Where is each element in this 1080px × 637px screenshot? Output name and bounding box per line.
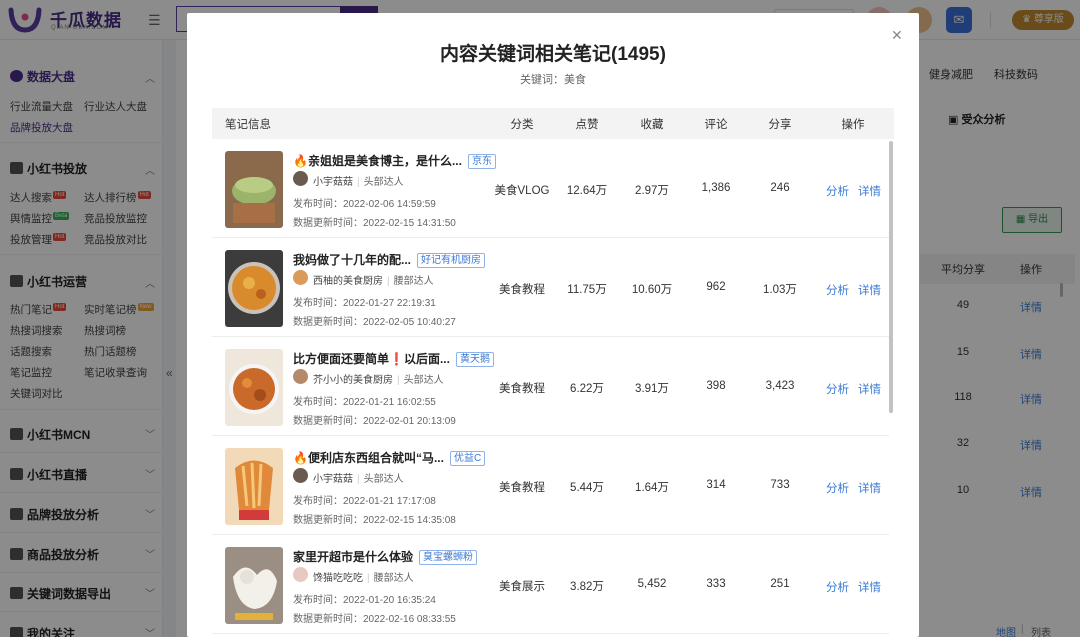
analyze-link[interactable]: 分析 — [826, 483, 849, 495]
likes-cell: 11.75万 — [567, 284, 607, 296]
comments-cell: 1,386 — [701, 182, 731, 194]
avatar[interactable] — [293, 270, 308, 285]
collects-cell: 10.60万 — [631, 284, 673, 296]
publish-time: 发布时间：2022-01-20 16:35:24 — [293, 595, 436, 606]
author-line[interactable]: 西柚的美食厨房 | 腰部达人 — [313, 272, 434, 287]
author-line[interactable]: 小宇菇菇 | 头部达人 — [313, 470, 404, 485]
note-title[interactable]: 比方便面还要简单❗以后面... 黄天鹅 — [293, 350, 494, 367]
note-title[interactable]: 🔥亲姐姐是美食博主，是什么... 京东 — [293, 152, 496, 169]
table-row: 🔥亲姐姐是美食博主，是什么... 京东 小宇菇菇 | 头部达人 发布时间：2022-0… — [212, 139, 889, 238]
comments-cell: 314 — [706, 479, 726, 491]
collects-cell: 5,452 — [637, 578, 667, 590]
col-comments: 评论 — [704, 119, 728, 131]
analyze-link[interactable]: 分析 — [826, 582, 849, 594]
category-cell: 美食VLOG — [494, 185, 550, 197]
update-time: 数据更新时间：2022-02-05 10:40:27 — [293, 317, 456, 328]
update-time: 数据更新时间：2022-02-15 14:31:50 — [293, 218, 456, 229]
brand-tag: 臭宝螺蛳粉 — [419, 550, 478, 565]
likes-cell: 3.82万 — [570, 581, 604, 593]
category-cell: 美食教程 — [499, 383, 545, 395]
brand-tag: 好记有机厨房 — [417, 253, 486, 268]
keyword-label: 关键词：美食 — [520, 74, 586, 86]
col-ops: 操作 — [841, 119, 865, 131]
row-actions: 分析 详情 — [826, 381, 881, 397]
detail-link[interactable]: 详情 — [858, 285, 881, 297]
category-cell: 美食教程 — [499, 284, 545, 296]
publish-time: 发布时间：2022-01-21 17:17:08 — [293, 496, 436, 507]
update-time: 数据更新时间：2022-02-01 20:13:09 — [293, 416, 456, 427]
avatar[interactable] — [293, 369, 308, 384]
detail-link[interactable]: 详情 — [858, 186, 881, 198]
analyze-link[interactable]: 分析 — [826, 186, 849, 198]
author-line[interactable]: 馋猫吃吃吃 | 腰部达人 — [313, 569, 414, 584]
col-collects: 收藏 — [640, 119, 664, 131]
col-category: 分类 — [510, 119, 534, 131]
col-likes: 点赞 — [575, 119, 599, 131]
row-actions: 分析 详情 — [826, 183, 881, 199]
table-row: 比方便面还要简单❗以后面... 黄天鹅 芥小小的美食厨房 | 头部达人 发布时间：20… — [212, 337, 889, 436]
shares-cell: 3,423 — [765, 380, 795, 392]
shares-cell: 251 — [770, 578, 790, 590]
likes-cell: 6.22万 — [570, 383, 604, 395]
comments-cell: 398 — [706, 380, 726, 392]
note-thumbnail[interactable] — [225, 547, 283, 624]
detail-link[interactable]: 详情 — [858, 582, 881, 594]
note-thumbnail[interactable] — [225, 448, 283, 525]
table-row: 🔥便利店东西组合就叫“马... 优益C 小宇菇菇 | 头部达人 发布时间：2022-0… — [212, 436, 889, 535]
row-actions: 分析 详情 — [826, 480, 881, 496]
brand-tag: 优益C — [449, 451, 486, 466]
collects-cell: 1.64万 — [635, 482, 669, 494]
avatar[interactable] — [293, 567, 308, 582]
row-actions: 分析 详情 — [826, 579, 881, 595]
table-row: 家里开超市是什么体验 臭宝螺蛳粉 馋猫吃吃吃 | 腰部达人 发布时间：2022-01-… — [212, 535, 889, 634]
modal-title: 内容关键词相关笔记(1495) — [440, 44, 666, 65]
note-thumbnail[interactable] — [225, 151, 283, 228]
avatar[interactable] — [293, 468, 308, 483]
note-title[interactable]: 家里开超市是什么体验 臭宝螺蛳粉 — [293, 548, 478, 565]
detail-link[interactable]: 详情 — [858, 384, 881, 396]
update-time: 数据更新时间：2022-02-16 08:33:55 — [293, 614, 456, 625]
note-thumbnail[interactable] — [225, 250, 283, 327]
likes-cell: 5.44万 — [570, 482, 604, 494]
update-time: 数据更新时间：2022-02-15 14:35:08 — [293, 515, 456, 526]
comments-cell: 333 — [706, 578, 726, 590]
publish-time: 发布时间：2022-01-21 16:02:55 — [293, 397, 436, 408]
avatar[interactable] — [293, 171, 308, 186]
collects-cell: 2.97万 — [635, 185, 669, 197]
col-shares: 分享 — [768, 119, 792, 131]
brand-tag: 黄天鹅 — [455, 352, 494, 367]
table-row: 我妈做了十几年的配... 好记有机厨房 西柚的美食厨房 | 腰部达人 发布时间：202… — [212, 238, 889, 337]
row-actions: 分析 详情 — [826, 282, 881, 298]
author-line[interactable]: 芥小小的美食厨房 | 头部达人 — [313, 371, 444, 386]
category-cell: 美食教程 — [499, 482, 545, 494]
publish-time: 发布时间：2022-01-27 22:19:31 — [293, 298, 436, 309]
col-note-info: 笔记信息 — [225, 119, 271, 131]
modal-scrollbar[interactable] — [889, 141, 893, 413]
comments-cell: 962 — [706, 281, 726, 293]
shares-cell: 1.03万 — [763, 284, 797, 296]
category-cell: 美食展示 — [499, 581, 545, 593]
shares-cell: 246 — [770, 182, 790, 194]
note-thumbnail[interactable] — [225, 349, 283, 426]
detail-link[interactable]: 详情 — [858, 483, 881, 495]
analyze-link[interactable]: 分析 — [826, 285, 849, 297]
brand-tag: 京东 — [467, 154, 496, 169]
collects-cell: 3.91万 — [635, 383, 669, 395]
note-title[interactable]: 我妈做了十几年的配... 好记有机厨房 — [293, 251, 486, 268]
analyze-link[interactable]: 分析 — [826, 384, 849, 396]
note-title[interactable]: 🔥便利店东西组合就叫“马... 优益C — [293, 449, 486, 466]
related-notes-modal: ✕ 内容关键词相关笔记(1495) 关键词：美食 笔记信息 分类 点赞 收藏 评… — [187, 13, 919, 637]
shares-cell: 733 — [770, 479, 790, 491]
publish-time: 发布时间：2022-02-06 14:59:59 — [293, 199, 436, 210]
likes-cell: 12.64万 — [566, 185, 608, 197]
author-line[interactable]: 小宇菇菇 | 头部达人 — [313, 173, 404, 188]
